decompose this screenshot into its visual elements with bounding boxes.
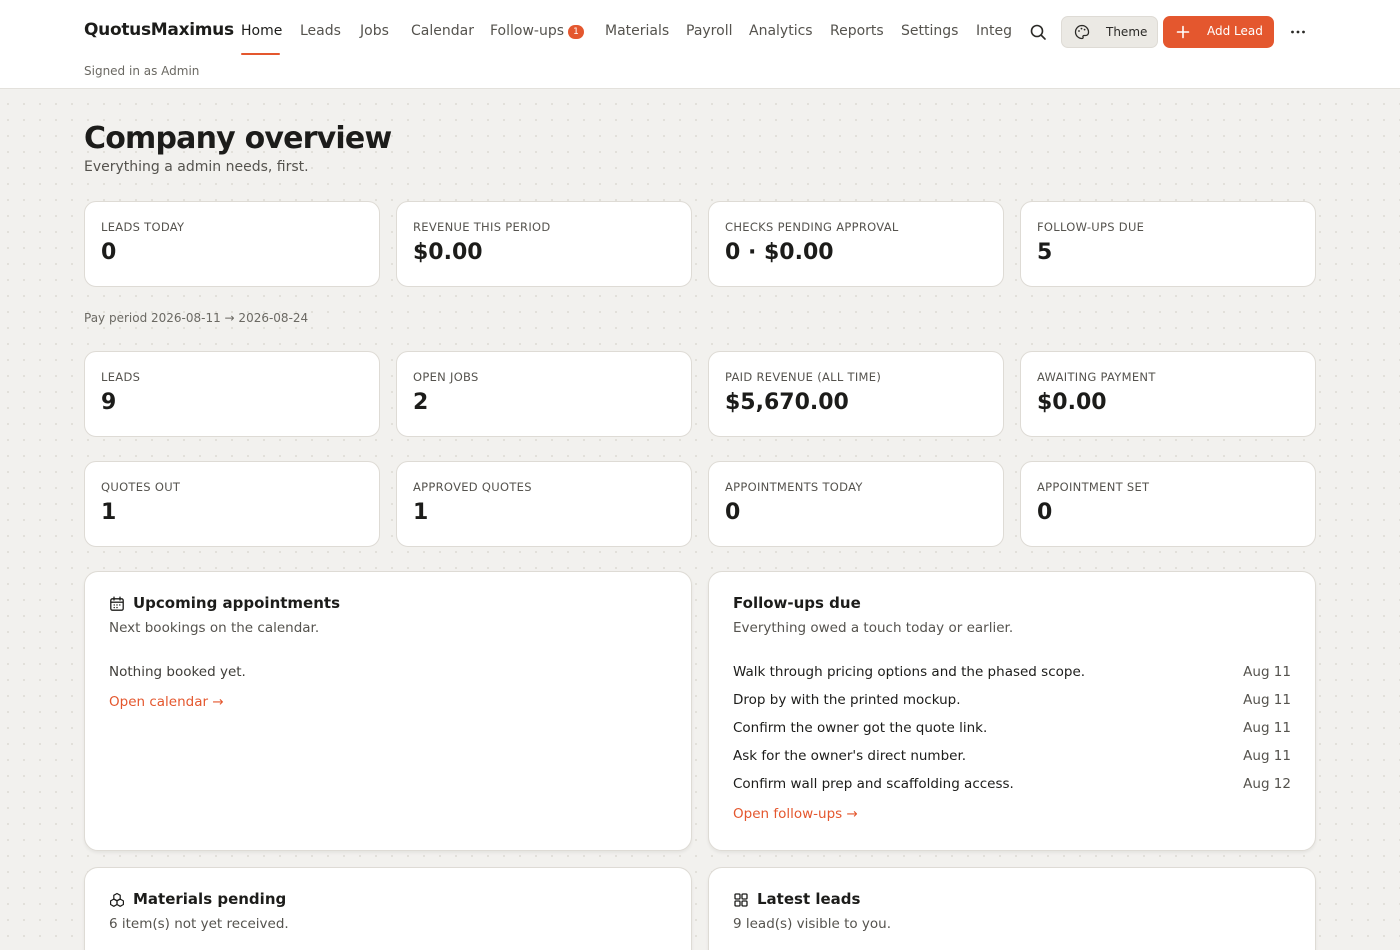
- follow-ups-count-badge: 1: [568, 25, 585, 39]
- panel-subtitle: 9 lead(s) visible to you.: [733, 916, 892, 932]
- stat-label: FOLLOW-UPS DUE: [1037, 220, 1145, 234]
- stat-value: 2: [413, 390, 429, 415]
- stat-value: $0.00: [413, 240, 483, 265]
- follow-up-text: Confirm wall prep and scaffolding access…: [733, 776, 1014, 792]
- stat-card-paid-revenue: PAID REVENUE (ALL TIME) $5,670.00: [708, 351, 1004, 437]
- nav-follow-ups-label: Follow-ups: [490, 23, 565, 39]
- upcoming-appointments-panel: Upcoming appointments Next bookings on t…: [84, 571, 692, 851]
- follow-up-text: Drop by with the printed mockup.: [733, 692, 961, 708]
- more-menu-button[interactable]: [1288, 21, 1308, 43]
- stat-label: QUOTES OUT: [101, 480, 181, 494]
- follow-up-text: Confirm the owner got the quote link.: [733, 720, 988, 736]
- stat-card-quotes-out: QUOTES OUT 1: [84, 461, 380, 547]
- empty-state-text: Nothing booked yet.: [109, 664, 246, 680]
- page-title: Company overview: [84, 121, 392, 156]
- stat-card-leads: LEADS 9: [84, 351, 380, 437]
- plus-icon: [1176, 25, 1190, 39]
- search-icon: [1030, 24, 1046, 40]
- brand-logo[interactable]: QuotusMaximus: [84, 20, 234, 40]
- latest-leads-panel: Latest leads 9 lead(s) visible to you.: [708, 867, 1316, 950]
- stat-card-checks-pending: CHECKS PENDING APPROVAL 0 · $0.00: [708, 201, 1004, 287]
- theme-button[interactable]: Theme: [1061, 16, 1158, 48]
- stat-card-follow-ups-due: FOLLOW-UPS DUE 5: [1020, 201, 1316, 287]
- panel-subtitle: Everything owed a touch today or earlier…: [733, 620, 1014, 636]
- stat-value: 0: [1037, 500, 1053, 525]
- nav-materials[interactable]: Materials: [605, 23, 669, 39]
- stat-label: APPOINTMENTS TODAY: [725, 480, 863, 494]
- follow-up-row[interactable]: Ask for the owner's direct number. Aug 1…: [733, 748, 1291, 768]
- panel-subtitle: 6 item(s) not yet received.: [109, 916, 289, 932]
- panel-title: Follow-ups due: [733, 594, 861, 612]
- pay-period-label: Pay period 2026-08-11 → 2026-08-24: [84, 311, 309, 325]
- stat-label: REVENUE THIS PERIOD: [413, 220, 551, 234]
- stat-label: OPEN JOBS: [413, 370, 479, 384]
- nav-home[interactable]: Home: [241, 23, 282, 39]
- nav-reports[interactable]: Reports: [830, 23, 884, 39]
- stat-value: 1: [101, 500, 117, 525]
- follow-up-date: Aug 11: [1243, 692, 1291, 708]
- grid-icon: [734, 893, 748, 907]
- nav-leads[interactable]: Leads: [300, 23, 341, 39]
- open-calendar-link[interactable]: Open calendar →: [109, 694, 224, 710]
- follow-up-row[interactable]: Drop by with the printed mockup. Aug 11: [733, 692, 1291, 712]
- nav-settings[interactable]: Settings: [901, 23, 958, 39]
- stat-label: APPOINTMENT SET: [1037, 480, 1150, 494]
- nav-follow-ups[interactable]: Follow-ups 1: [490, 23, 585, 39]
- stat-value: 0: [725, 500, 741, 525]
- follow-up-text: Walk through pricing options and the pha…: [733, 664, 1086, 680]
- stat-card-approved-quotes: APPROVED QUOTES 1: [396, 461, 692, 547]
- follow-ups-due-panel: Follow-ups due Everything owed a touch t…: [708, 571, 1316, 851]
- stat-card-awaiting-payment: AWAITING PAYMENT $0.00: [1020, 351, 1316, 437]
- follow-up-date: Aug 11: [1243, 748, 1291, 764]
- follow-up-date: Aug 11: [1243, 720, 1291, 736]
- stat-label: LEADS: [101, 370, 141, 384]
- more-horizontal-icon: [1291, 30, 1305, 34]
- stat-label: CHECKS PENDING APPROVAL: [725, 220, 899, 234]
- add-lead-label: Add Lead: [1207, 24, 1263, 38]
- panel-title: Upcoming appointments: [133, 594, 340, 612]
- add-lead-button[interactable]: Add Lead: [1163, 16, 1274, 48]
- open-follow-ups-link[interactable]: Open follow-ups →: [733, 806, 858, 822]
- stat-value: 0 · $0.00: [725, 240, 834, 265]
- stat-value: 0: [101, 240, 117, 265]
- nav-payroll[interactable]: Payroll: [686, 23, 732, 39]
- panel-title: Latest leads: [757, 890, 861, 908]
- nav-calendar[interactable]: Calendar: [411, 23, 474, 39]
- palette-icon: [1074, 24, 1090, 40]
- follow-up-row[interactable]: Confirm wall prep and scaffolding access…: [733, 776, 1291, 796]
- stat-label: LEADS TODAY: [101, 220, 185, 234]
- materials-pending-panel: Materials pending 6 item(s) not yet rece…: [84, 867, 692, 950]
- stat-card-appointments-today: APPOINTMENTS TODAY 0: [708, 461, 1004, 547]
- nav-analytics[interactable]: Analytics: [749, 23, 813, 39]
- calendar-icon: [110, 596, 124, 611]
- theme-label: Theme: [1106, 25, 1148, 39]
- follow-up-row[interactable]: Confirm the owner got the quote link. Au…: [733, 720, 1291, 740]
- stat-label: PAID REVENUE (ALL TIME): [725, 370, 882, 384]
- stat-label: AWAITING PAYMENT: [1037, 370, 1156, 384]
- follow-up-date: Aug 11: [1243, 664, 1291, 680]
- panel-title: Materials pending: [133, 890, 287, 908]
- nav-integrations[interactable]: Integ: [976, 23, 1012, 39]
- stat-value: 5: [1037, 240, 1053, 265]
- search-button[interactable]: [1027, 21, 1049, 43]
- follow-up-row[interactable]: Walk through pricing options and the pha…: [733, 664, 1291, 684]
- stat-card-leads-today: LEADS TODAY 0: [84, 201, 380, 287]
- follow-up-date: Aug 12: [1243, 776, 1291, 792]
- stat-value: 9: [101, 390, 117, 415]
- follow-up-text: Ask for the owner's direct number.: [733, 748, 967, 764]
- stat-label: APPROVED QUOTES: [413, 480, 532, 494]
- signed-in-label: Signed in as Admin: [84, 64, 200, 78]
- stat-card-revenue-period: REVENUE THIS PERIOD $0.00: [396, 201, 692, 287]
- top-bar: QuotusMaximus Signed in as Admin Home Le…: [0, 0, 1400, 89]
- active-nav-indicator: [241, 53, 280, 55]
- nav-jobs[interactable]: Jobs: [360, 23, 389, 39]
- stat-card-open-jobs: OPEN JOBS 2: [396, 351, 692, 437]
- stat-value: $0.00: [1037, 390, 1107, 415]
- stat-value: $5,670.00: [725, 390, 849, 415]
- boxes-icon: [110, 892, 124, 907]
- panel-subtitle: Next bookings on the calendar.: [109, 620, 320, 636]
- page-subtitle: Everything a admin needs, first.: [84, 159, 309, 175]
- stat-card-appointment-set: APPOINTMENT SET 0: [1020, 461, 1316, 547]
- stat-value: 1: [413, 500, 429, 525]
